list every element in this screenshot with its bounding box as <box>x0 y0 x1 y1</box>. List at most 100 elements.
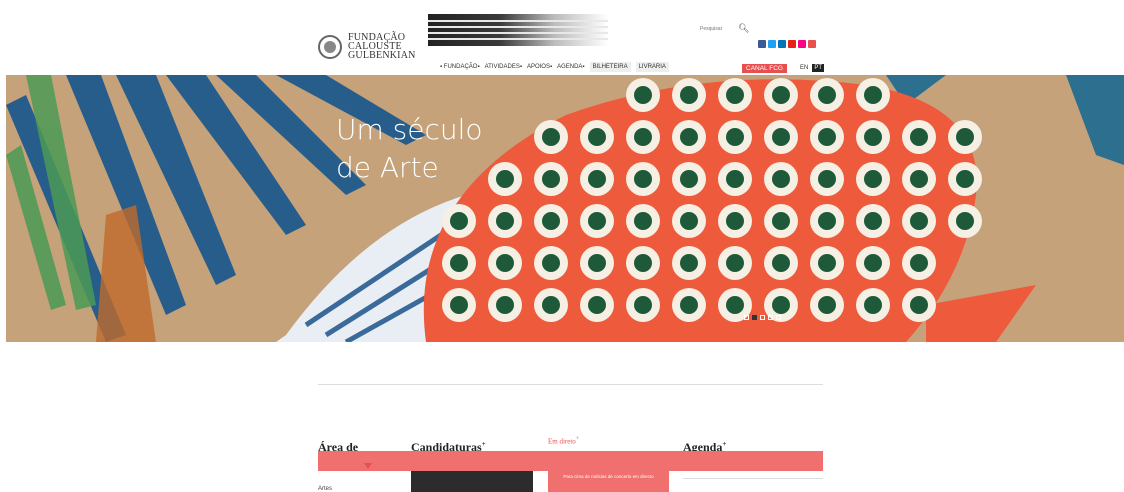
slider-dot[interactable] <box>744 315 749 320</box>
fish-spot-center <box>864 170 882 188</box>
slider-dot[interactable] <box>752 315 757 320</box>
fish-spot-center <box>634 86 652 104</box>
logo-seal-icon <box>318 34 342 59</box>
nav-item-atividades[interactable]: ATIVIDADES▪ <box>485 64 522 70</box>
fish-spot-center <box>680 128 698 146</box>
fish-spot-center <box>680 86 698 104</box>
logo-line: GULBENKIAN <box>348 50 416 61</box>
fish-spot-center <box>772 212 790 230</box>
fish-spot-center <box>818 296 836 314</box>
hero-artwork <box>6 75 1124 342</box>
fish-spot-center <box>680 170 698 188</box>
search-box: 🔍︎ <box>700 23 749 34</box>
twitter-icon[interactable] <box>768 40 776 48</box>
language-switcher: EN PT <box>800 64 825 72</box>
nav-item-agenda[interactable]: AGENDA▪ <box>557 64 584 70</box>
slider-dot[interactable] <box>776 315 781 320</box>
fish-spot-center <box>680 254 698 272</box>
nav-item-bilheteira[interactable]: BILHETEIRA <box>589 62 631 72</box>
fish-spot-center <box>496 170 514 188</box>
slider-dots <box>744 315 781 320</box>
candidaturas-image[interactable] <box>411 471 533 492</box>
flickr-icon[interactable] <box>798 40 806 48</box>
agenda-divider <box>683 478 823 479</box>
fish-spot-center <box>588 212 606 230</box>
fish-spot-center <box>542 170 560 188</box>
fish-spot-center <box>772 170 790 188</box>
nav-item-fundacao[interactable]: ▪ FUNDAÇÃO▪ <box>440 64 480 70</box>
fish-spot-center <box>818 128 836 146</box>
fish-spot-center <box>680 296 698 314</box>
hero-banner[interactable]: Um século de Arte <box>6 75 1124 342</box>
fish-spot-center <box>680 212 698 230</box>
fish-spot-center <box>496 212 514 230</box>
fish-spot-center <box>772 86 790 104</box>
overlay-band <box>318 451 823 471</box>
fish-spot-center <box>956 212 974 230</box>
fish-spot-center <box>910 296 928 314</box>
dropdown-arrow-icon[interactable] <box>364 463 372 469</box>
fish-spot-center <box>634 170 652 188</box>
rss-icon[interactable] <box>808 40 816 48</box>
fish-spot-center <box>864 254 882 272</box>
fish-spot-center <box>910 212 928 230</box>
fish-spot-center <box>910 128 928 146</box>
social-links <box>758 40 816 48</box>
fish-spot-center <box>772 296 790 314</box>
fish-spot-center <box>864 296 882 314</box>
fish-spot-center <box>450 254 468 272</box>
fish-spot-center <box>588 128 606 146</box>
fish-spot-center <box>450 212 468 230</box>
fish-spot-center <box>588 296 606 314</box>
logo-text: FUNDAÇÃO CALOUSTE GULBENKIAN <box>348 33 416 61</box>
fish-spot-center <box>956 170 974 188</box>
fish-spot-center <box>588 254 606 272</box>
nav-item-livraria[interactable]: LIVRARIA <box>635 62 669 72</box>
fish-spot-center <box>772 254 790 272</box>
fish-spot-center <box>634 212 652 230</box>
fish-spot-center <box>634 128 652 146</box>
nav-item-apoios[interactable]: APOIOS▪ <box>527 64 552 70</box>
em-direto-box[interactable]: Para cima de notícias de concerto em dir… <box>548 471 669 492</box>
youtube-icon[interactable] <box>788 40 796 48</box>
fish-spot-center <box>542 212 560 230</box>
lang-pt-link[interactable]: PT <box>812 64 825 72</box>
search-input[interactable] <box>700 23 734 34</box>
header-building-image <box>428 14 608 46</box>
slider-dot[interactable] <box>760 315 765 320</box>
fish-spot-center <box>910 170 928 188</box>
fish-spot-center <box>818 86 836 104</box>
fish-spot-center <box>956 128 974 146</box>
lang-en-link[interactable]: EN <box>800 65 808 71</box>
fish-spot-center <box>542 128 560 146</box>
fish-spot-center <box>726 296 744 314</box>
fish-spot-center <box>864 128 882 146</box>
fish-spot-center <box>818 170 836 188</box>
search-icon[interactable]: 🔍︎ <box>738 23 749 34</box>
section-em-direto-heading[interactable]: Em direto+ <box>548 436 579 445</box>
area-item-artes[interactable]: Artes <box>318 486 332 492</box>
fish-spot-center <box>496 296 514 314</box>
fish-spot-center <box>634 254 652 272</box>
fish-spot-center <box>726 128 744 146</box>
divider <box>318 384 823 385</box>
facebook-icon[interactable] <box>758 40 766 48</box>
fish-spot-center <box>726 170 744 188</box>
fish-spot-center <box>818 254 836 272</box>
slider-dot[interactable] <box>768 315 773 320</box>
page: FUNDAÇÃO CALOUSTE GULBENKIAN ▪ FUNDAÇÃO▪… <box>0 0 1124 492</box>
hero-title-line: de Arte <box>336 151 439 184</box>
linkedin-icon[interactable] <box>778 40 786 48</box>
logo[interactable]: FUNDAÇÃO CALOUSTE GULBENKIAN <box>318 33 416 61</box>
fish-spot-center <box>542 254 560 272</box>
fish-spot-center <box>910 254 928 272</box>
fish-spot-center <box>818 212 836 230</box>
fish-spot-center <box>864 86 882 104</box>
fish-spot-center <box>726 86 744 104</box>
fish-spot-center <box>726 254 744 272</box>
fish-spot-center <box>864 212 882 230</box>
canal-fcg-button[interactable]: CANAL FCG <box>742 64 787 73</box>
fish-spot-center <box>588 170 606 188</box>
fish-spot-center <box>726 212 744 230</box>
fish-spot-center <box>450 296 468 314</box>
